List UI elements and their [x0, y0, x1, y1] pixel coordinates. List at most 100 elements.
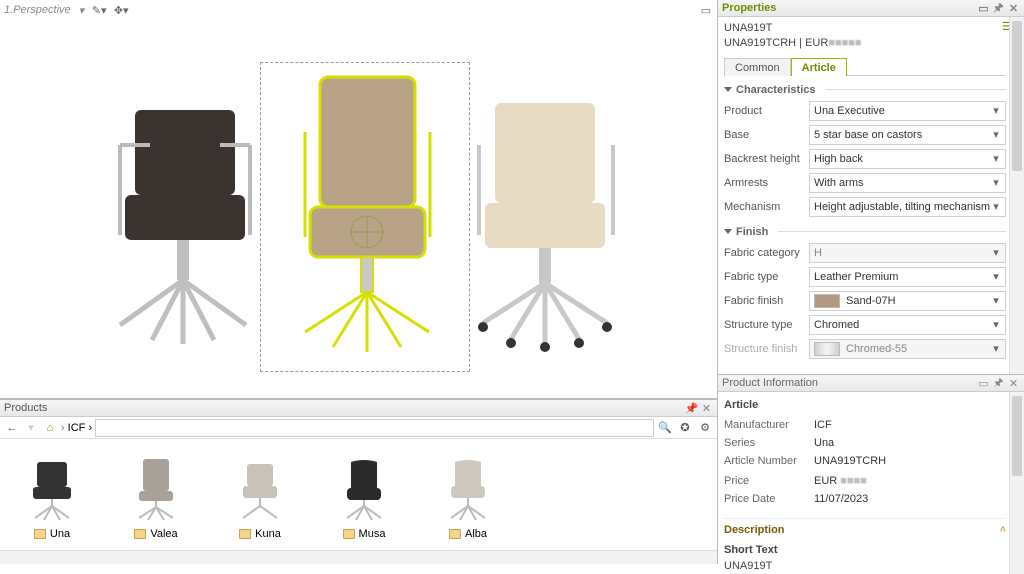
pencil-icon[interactable]: ✎▾: [92, 3, 106, 17]
tab-article[interactable]: Article: [791, 58, 847, 76]
properties-scrollbar[interactable]: [1009, 17, 1024, 374]
product-label: Una: [50, 528, 70, 540]
short-text-value: UNA919T: [724, 560, 772, 572]
search-icon[interactable]: 🔍: [657, 420, 673, 436]
field-label: Backrest height: [724, 153, 809, 165]
fabric-category-dropdown[interactable]: H▾: [809, 243, 1006, 263]
viewport-canvas[interactable]: [0, 20, 717, 398]
viewport-panel[interactable]: 1.Perspective ▾ ✎▾ ✥▾ ▭: [0, 0, 717, 399]
info-label: Price: [724, 474, 814, 490]
chevron-down-icon: ▾: [989, 246, 1003, 260]
pin-icon[interactable]: 🖈: [992, 2, 1005, 15]
maximize-viewport-icon[interactable]: ▭: [699, 3, 713, 17]
list-item[interactable]: Musa: [324, 454, 404, 540]
chevron-up-icon: ˄: [1000, 523, 1006, 539]
field-label: Fabric type: [724, 271, 809, 283]
field-label: Fabric finish: [724, 295, 809, 307]
chevron-down-icon: ▾: [989, 294, 1003, 308]
armrests-dropdown[interactable]: With arms▾: [809, 173, 1006, 193]
chevron-down-icon: ▾: [989, 200, 1003, 214]
folder-icon: [34, 529, 46, 539]
chevron-down-icon: ▾: [989, 176, 1003, 190]
forward-button[interactable]: ▾: [23, 420, 39, 436]
field-label: Armrests: [724, 177, 809, 189]
list-item[interactable]: Una: [12, 454, 92, 540]
structure-type-dropdown[interactable]: Chromed▾: [809, 315, 1006, 335]
products-panel: Products 📌 ✕ ← ▾ ⌂ › ICF › 🔍 ✪ ⚙ Una: [0, 399, 717, 564]
chair-middle-selected[interactable]: [275, 72, 460, 367]
product-info-panel: Product Information ▭ 🖈 ✕ Article Manufa…: [718, 375, 1024, 574]
home-icon[interactable]: ⌂: [42, 420, 58, 436]
section-characteristics[interactable]: Characteristics: [724, 84, 1006, 96]
color-swatch: [814, 342, 840, 356]
list-item[interactable]: Kuna: [220, 454, 300, 540]
info-value: Una: [814, 436, 1006, 452]
article-heading: Article: [724, 399, 758, 411]
info-value: EUR ■■■■: [814, 474, 1006, 490]
gear-icon[interactable]: ⚙: [697, 420, 713, 436]
base-dropdown[interactable]: 5 star base on castors▾: [809, 125, 1006, 145]
folder-icon: [449, 529, 461, 539]
target-icon[interactable]: ✥▾: [114, 3, 128, 17]
close-icon[interactable]: ✕: [1007, 2, 1020, 15]
close-icon[interactable]: ✕: [1007, 377, 1020, 390]
chevron-down-icon: ▾: [989, 152, 1003, 166]
info-label: Series: [724, 436, 814, 452]
window-icon[interactable]: ▭: [977, 2, 990, 15]
mechanism-dropdown[interactable]: Height adjustable, tilting mechanism▾: [809, 197, 1006, 217]
viewport-label[interactable]: 1.Perspective: [4, 4, 71, 16]
object-code-line2: UNA919TCRH | EUR■■■■■: [724, 36, 1006, 51]
field-label: Mechanism: [724, 201, 809, 213]
backrest-dropdown[interactable]: High back▾: [809, 149, 1006, 169]
product-info-title: Product Information: [722, 377, 818, 389]
field-label: Base: [724, 129, 809, 141]
pin-icon[interactable]: 🖈: [992, 377, 1005, 390]
viewport-toolbar: 1.Perspective ▾ ✎▾ ✥▾ ▭: [0, 0, 717, 20]
list-item[interactable]: Alba: [428, 454, 508, 540]
list-item[interactable]: Valea: [116, 454, 196, 540]
section-finish[interactable]: Finish: [724, 226, 1006, 238]
properties-panel: Properties ▭ 🖈 ✕ ☰▾ UNA919T UNA919TCRH |…: [718, 0, 1024, 375]
chevron-down-icon: ▾: [989, 342, 1003, 356]
object-code: UNA919T: [724, 21, 1006, 36]
info-value: UNA919TCRH: [814, 454, 1006, 470]
field-label: Structure finish: [724, 343, 809, 355]
chevron-down-icon: ▾: [989, 128, 1003, 142]
structure-finish-dropdown[interactable]: Chromed-55▾: [809, 339, 1006, 359]
folder-icon: [239, 529, 251, 539]
product-dropdown[interactable]: Una Executive▾: [809, 101, 1006, 121]
color-swatch: [814, 294, 840, 308]
info-label: Price Date: [724, 492, 814, 508]
products-title-bar: Products 📌 ✕: [0, 400, 717, 417]
filter-icon[interactable]: ✪: [677, 420, 693, 436]
fabric-type-dropdown[interactable]: Leather Premium▾: [809, 267, 1006, 287]
close-icon[interactable]: ✕: [700, 402, 713, 415]
chevron-down-icon: ▾: [989, 318, 1003, 332]
info-scrollbar[interactable]: [1009, 392, 1024, 574]
breadcrumb-path-input[interactable]: [95, 419, 654, 437]
products-title: Products: [4, 402, 47, 414]
products-scrollbar[interactable]: [0, 550, 717, 564]
crumb-node[interactable]: ICF ›: [68, 422, 92, 434]
info-value: 11/07/2023: [814, 492, 1006, 508]
field-label: Structure type: [724, 319, 809, 331]
product-label: Alba: [465, 528, 487, 540]
info-value: ICF: [814, 418, 1006, 434]
fabric-finish-dropdown[interactable]: Sand-07H▾: [809, 291, 1006, 311]
product-label: Musa: [359, 528, 386, 540]
pin-icon[interactable]: 📌: [685, 402, 698, 415]
tab-common[interactable]: Common: [724, 58, 791, 76]
info-label: Manufacturer: [724, 418, 814, 434]
properties-title-bar: Properties ▭ 🖈 ✕: [718, 0, 1024, 17]
chair-left[interactable]: [80, 100, 280, 360]
short-text-label: Short Text: [724, 544, 778, 556]
chair-right[interactable]: [445, 95, 645, 360]
product-label: Kuna: [255, 528, 281, 540]
description-section-toggle[interactable]: Description ˄: [724, 518, 1006, 539]
info-label: Article Number: [724, 454, 814, 470]
folder-icon: [343, 529, 355, 539]
products-breadcrumb-bar: ← ▾ ⌂ › ICF › 🔍 ✪ ⚙: [0, 417, 717, 439]
product-info-title-bar: Product Information ▭ 🖈 ✕: [718, 375, 1024, 392]
window-icon[interactable]: ▭: [977, 377, 990, 390]
back-button[interactable]: ←: [4, 420, 20, 436]
